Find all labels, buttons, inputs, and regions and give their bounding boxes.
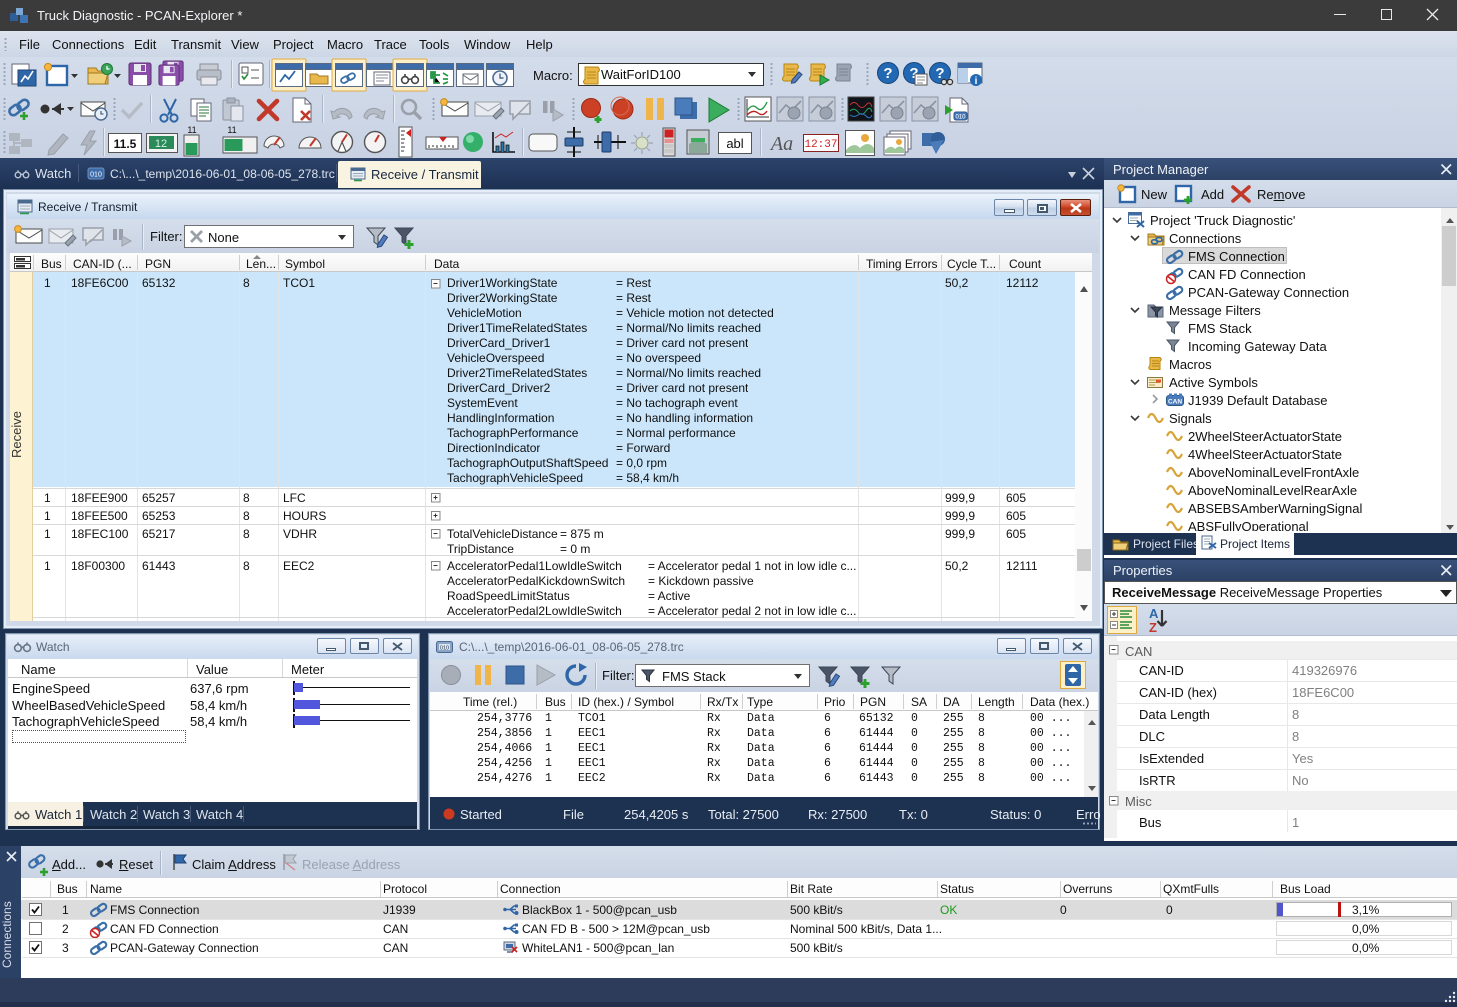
- svg-text:12: 12: [155, 138, 167, 150]
- svg-text:010: 010: [955, 115, 966, 121]
- svg-text:11: 11: [187, 125, 196, 135]
- svg-text:11.5: 11.5: [114, 137, 137, 151]
- svg-text:010: 010: [90, 172, 102, 179]
- svg-text:CAN: CAN: [1168, 399, 1182, 406]
- svg-text:010: 010: [440, 646, 449, 652]
- svg-text:A: A: [1149, 606, 1159, 621]
- svg-text:12:37: 12:37: [804, 139, 837, 151]
- svg-text:i: i: [975, 76, 978, 87]
- svg-text:?: ?: [883, 65, 892, 82]
- svg-text:11: 11: [227, 125, 236, 135]
- svg-text:Z: Z: [1149, 620, 1157, 635]
- svg-text:abl: abl: [726, 136, 743, 151]
- svg-text:Aa: Aa: [769, 133, 793, 155]
